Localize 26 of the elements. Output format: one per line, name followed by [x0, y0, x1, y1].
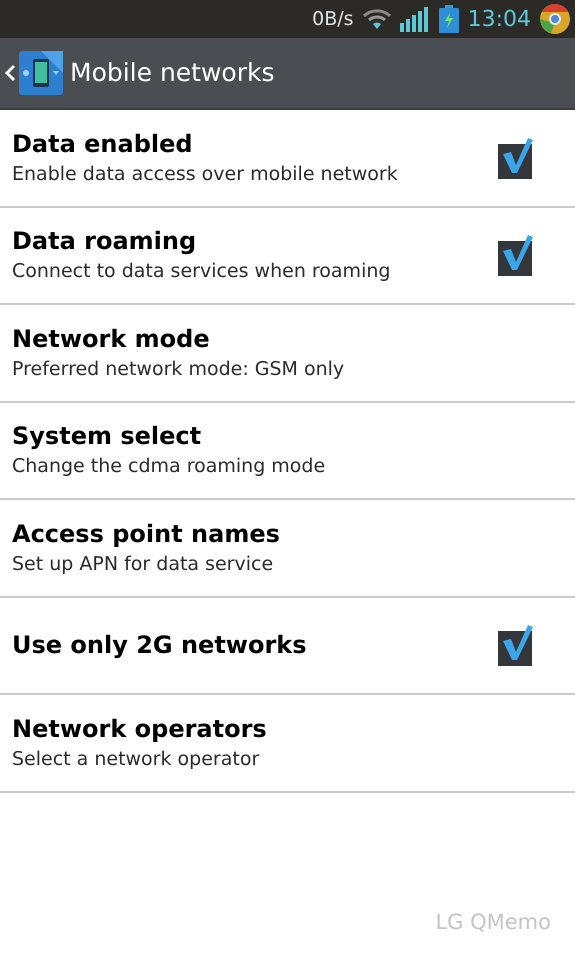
browser-icon: [539, 3, 571, 35]
screen-title: Mobile networks: [70, 57, 275, 90]
checked-checkbox[interactable]: [497, 233, 535, 278]
checked-checkbox[interactable]: [497, 136, 535, 180]
setting-summary: Change the cdma roaming mode: [12, 454, 326, 480]
setting-summary: Connect to data services when roaming: [12, 259, 392, 284]
setting-title: Use only 2G networks: [12, 630, 308, 662]
setting-title: Network mode: [12, 324, 211, 355]
phone-app-icon: [19, 51, 63, 95]
data-rate: 0B/s: [312, 6, 354, 32]
clock: 13:04: [468, 6, 531, 34]
setting-summary: Enable data access over mobile network: [12, 162, 399, 187]
battery-icon: [438, 5, 460, 33]
back-icon[interactable]: [4, 63, 16, 83]
setting-title: Network operators: [12, 714, 268, 745]
wifi-icon: [362, 7, 392, 31]
setting-title: Data roaming: [12, 226, 198, 258]
setting-summary: Set up APN for data service: [12, 552, 274, 577]
setting-title: Access point names: [12, 518, 281, 550]
checked-checkbox[interactable]: [497, 623, 535, 668]
signal-icon: [400, 6, 430, 32]
capture-label: LG QMemo: [435, 909, 551, 936]
setting-title: Data enabled: [12, 128, 194, 160]
setting-title: System select: [12, 421, 202, 452]
setting-summary: Preferred network mode: GSM only: [12, 356, 346, 382]
setting-summary: Select a network operator: [12, 746, 260, 772]
